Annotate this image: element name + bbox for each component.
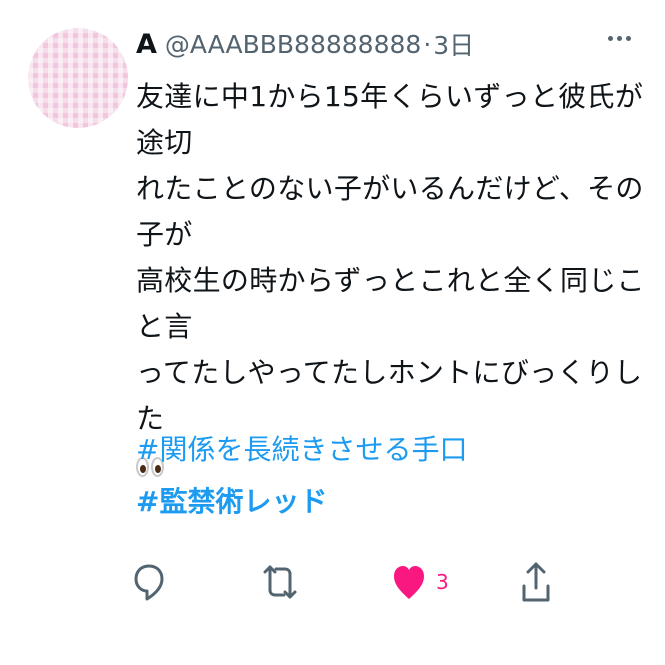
share-button[interactable]: [520, 560, 552, 604]
user-handle[interactable]: @AAABBB88888888: [165, 30, 421, 59]
tweet-card[interactable]: A @AAABBB88888888 · 3日 友達に中1から15年くらいずっと彼…: [0, 0, 665, 665]
reply-button[interactable]: [133, 560, 165, 604]
display-name[interactable]: A: [136, 29, 157, 60]
heart-icon: [394, 566, 424, 599]
action-bar: 3: [0, 560, 665, 610]
timestamp[interactable]: 3日: [433, 26, 474, 62]
tweet-header: A @AAABBB88888888 · 3日: [136, 24, 474, 64]
avatar[interactable]: [28, 28, 128, 128]
separator-dot: ·: [423, 29, 432, 59]
reply-icon: [134, 564, 164, 601]
more-icon[interactable]: [608, 36, 631, 41]
retweet-icon: [263, 565, 297, 599]
tweet-text-line: 高校生の時からずっとこれと全く同じこと言: [136, 264, 645, 343]
like-button[interactable]: 3: [392, 560, 449, 604]
retweet-button[interactable]: [262, 560, 298, 604]
hashtag-list: #関係を長続きさせる手口 #監禁術レッド: [136, 424, 467, 528]
tweet-text-line: 友達に中1から15年くらいずっと彼氏が途切: [136, 80, 644, 159]
tweet-text-line: れたことのない子がいるんだけど、その子が: [136, 172, 644, 251]
share-icon: [522, 562, 550, 602]
hashtag-link[interactable]: #監禁術レッド: [136, 476, 467, 528]
like-count: 3: [436, 570, 449, 594]
hashtag-link[interactable]: #関係を長続きさせる手口: [136, 424, 467, 476]
